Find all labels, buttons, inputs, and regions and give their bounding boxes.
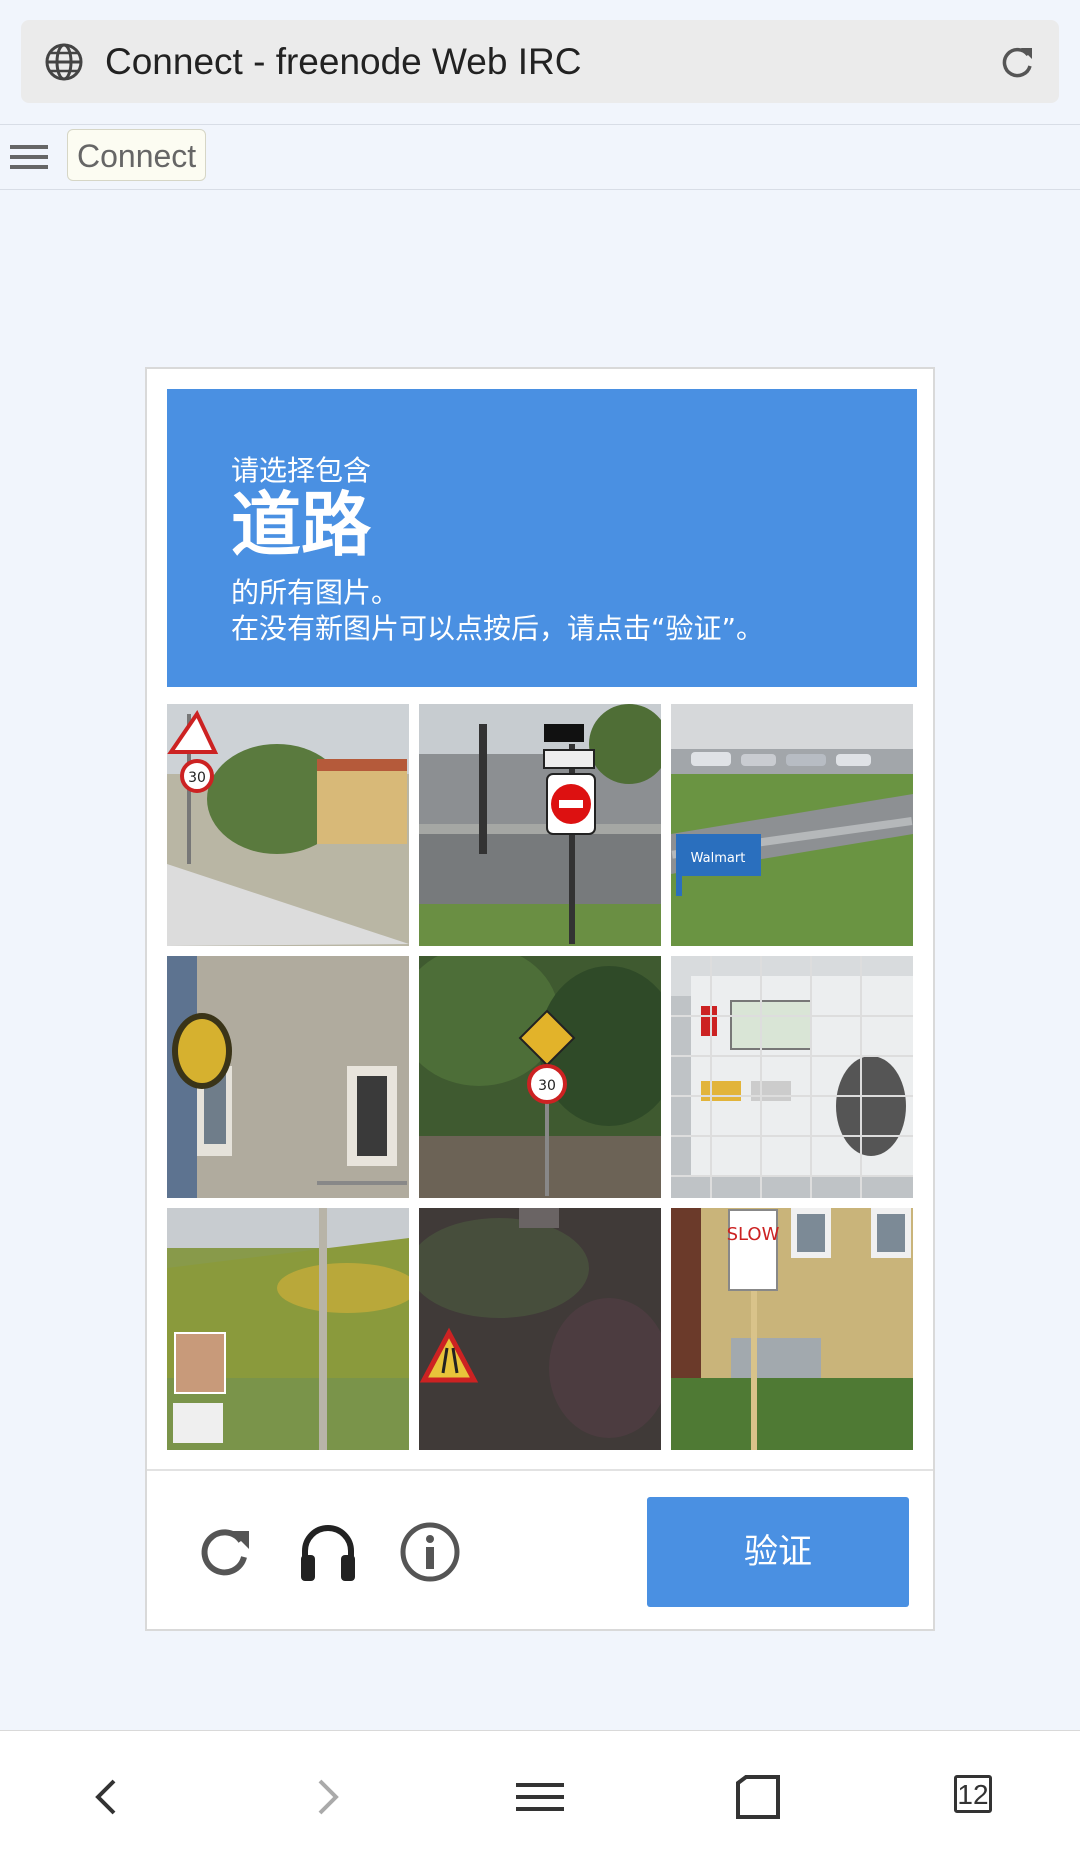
irc-toolbar: Connect xyxy=(0,124,1080,190)
captcha-tile[interactable]: 30 xyxy=(419,956,661,1198)
captcha-tile[interactable]: Walmart xyxy=(671,704,913,946)
instruction-line: 的所有图片。 xyxy=(231,576,400,609)
captcha-tile[interactable] xyxy=(419,704,661,946)
refresh-icon[interactable] xyxy=(191,1519,257,1585)
browser-bottom-nav: 12 xyxy=(0,1730,1080,1857)
instruction-line: 在没有新图片可以点按后，请点击“验证”。 xyxy=(231,612,765,645)
captcha-widget: 请选择包含 道路 的所有图片。 在没有新图片可以点按后，请点击“验证”。 30 xyxy=(145,367,935,1631)
svg-text:Walmart: Walmart xyxy=(691,851,746,866)
captcha-tile[interactable] xyxy=(167,956,409,1198)
globe-icon xyxy=(45,43,83,81)
captcha-footer: 验证 xyxy=(147,1471,933,1631)
captcha-instructions: 请选择包含 道路 的所有图片。 在没有新图片可以点按后，请点击“验证”。 xyxy=(167,389,917,687)
svg-text:30: 30 xyxy=(188,770,206,786)
connect-tab[interactable]: Connect xyxy=(67,129,207,181)
address-bar[interactable]: Connect - freenode Web IRC xyxy=(21,20,1059,103)
menu-icon[interactable] xyxy=(514,1771,566,1823)
info-icon[interactable] xyxy=(397,1519,463,1585)
tabs-icon[interactable]: 12 xyxy=(954,1775,992,1813)
page-title: Connect - freenode Web IRC xyxy=(105,41,582,82)
headphones-icon[interactable] xyxy=(295,1519,361,1585)
captcha-tile[interactable] xyxy=(671,956,913,1198)
hamburger-menu-icon[interactable] xyxy=(8,139,50,175)
verify-button[interactable]: 验证 xyxy=(647,1497,909,1607)
captcha-tile[interactable]: SLOW xyxy=(671,1208,913,1450)
svg-text:30: 30 xyxy=(538,1078,556,1094)
instruction-line: 请选择包含 xyxy=(231,454,372,487)
chevron-left-icon[interactable] xyxy=(82,1771,134,1823)
home-square-icon[interactable] xyxy=(732,1771,784,1823)
svg-text:SLOW: SLOW xyxy=(727,1224,780,1245)
captcha-tile[interactable] xyxy=(167,1208,409,1450)
target-keyword: 道路 xyxy=(231,484,371,566)
captcha-tile[interactable] xyxy=(419,1208,661,1450)
reload-icon[interactable] xyxy=(997,42,1037,82)
chevron-right-icon[interactable] xyxy=(300,1771,352,1823)
captcha-tile[interactable]: 30 xyxy=(167,704,409,946)
